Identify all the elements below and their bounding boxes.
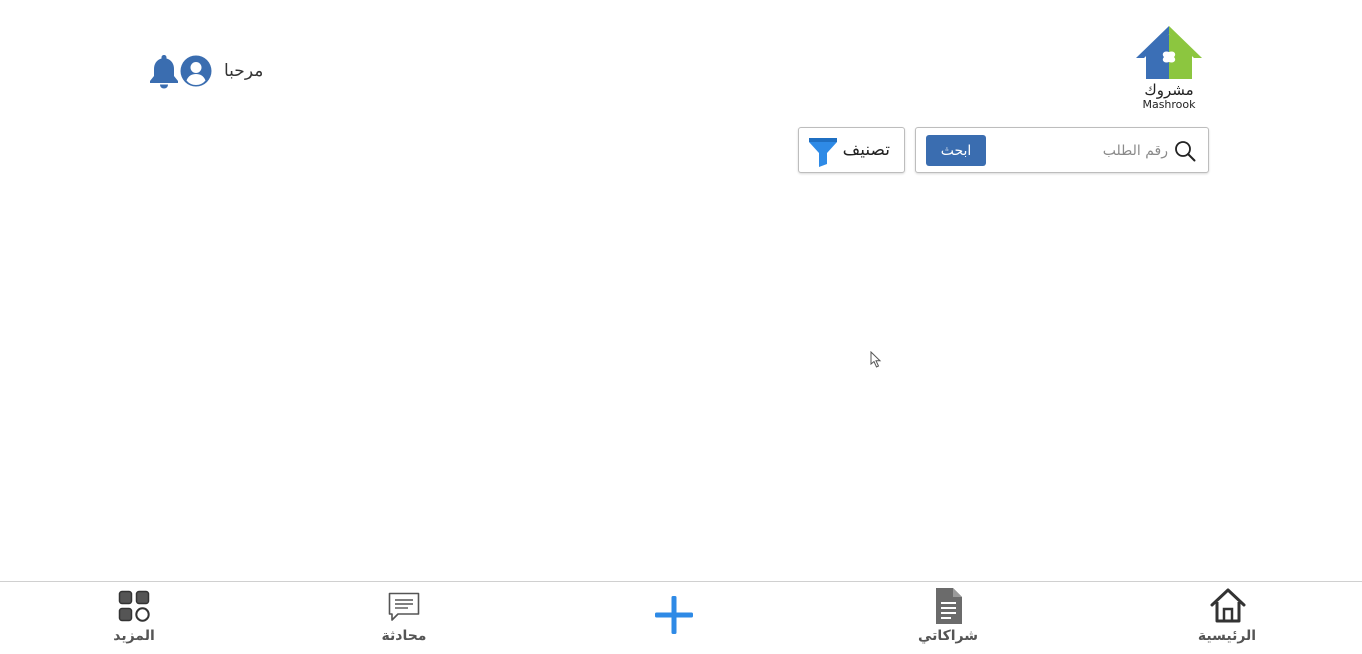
logo-arabic-text: مشروك xyxy=(1144,81,1194,99)
grid-icon xyxy=(118,590,150,622)
home-icon xyxy=(1210,588,1246,623)
logo-house-icon xyxy=(1136,26,1202,79)
greeting-text: مرحبا xyxy=(224,61,264,81)
search-button[interactable]: ابحث xyxy=(926,135,986,166)
nav-item-add[interactable] xyxy=(614,582,734,654)
nav-label-more: المزيد xyxy=(113,628,155,644)
filter-button[interactable]: تصنيف xyxy=(798,127,905,173)
greeting-bar: مرحبا xyxy=(148,52,263,90)
nav-item-partnerships[interactable]: شراكاتي xyxy=(888,582,1008,654)
logo-english-text: Mashrook xyxy=(1142,98,1196,111)
search-icon xyxy=(1175,141,1196,162)
bell-icon[interactable] xyxy=(148,53,180,89)
page: مشروك Mashrook مرحبا تصنيف ابحث رقم الطل… xyxy=(0,0,1362,654)
plus-icon xyxy=(655,596,693,634)
nav-label-chat: محادثة xyxy=(381,628,427,644)
document-icon xyxy=(936,588,962,624)
mashrook-logo[interactable]: مشروك Mashrook xyxy=(1130,24,1208,116)
nav-label-partnerships: شراكاتي xyxy=(917,628,979,644)
nav-item-chat[interactable]: محادثة xyxy=(344,582,464,654)
nav-label-home: الرئيسية xyxy=(1197,628,1257,644)
filter-icon xyxy=(809,138,837,167)
filter-label: تصنيف xyxy=(842,140,890,160)
order-number-input[interactable] xyxy=(996,137,1172,165)
nav-item-home[interactable]: الرئيسية xyxy=(1167,582,1287,654)
search-box: ابحث xyxy=(915,127,1209,173)
user-icon[interactable] xyxy=(180,55,212,87)
nav-item-more[interactable]: المزيد xyxy=(74,582,194,654)
mouse-cursor-icon xyxy=(870,351,882,368)
bottom-navigation: الرئيسية شراكاتي محادثة المزيد xyxy=(0,581,1362,654)
chat-icon xyxy=(388,592,420,621)
